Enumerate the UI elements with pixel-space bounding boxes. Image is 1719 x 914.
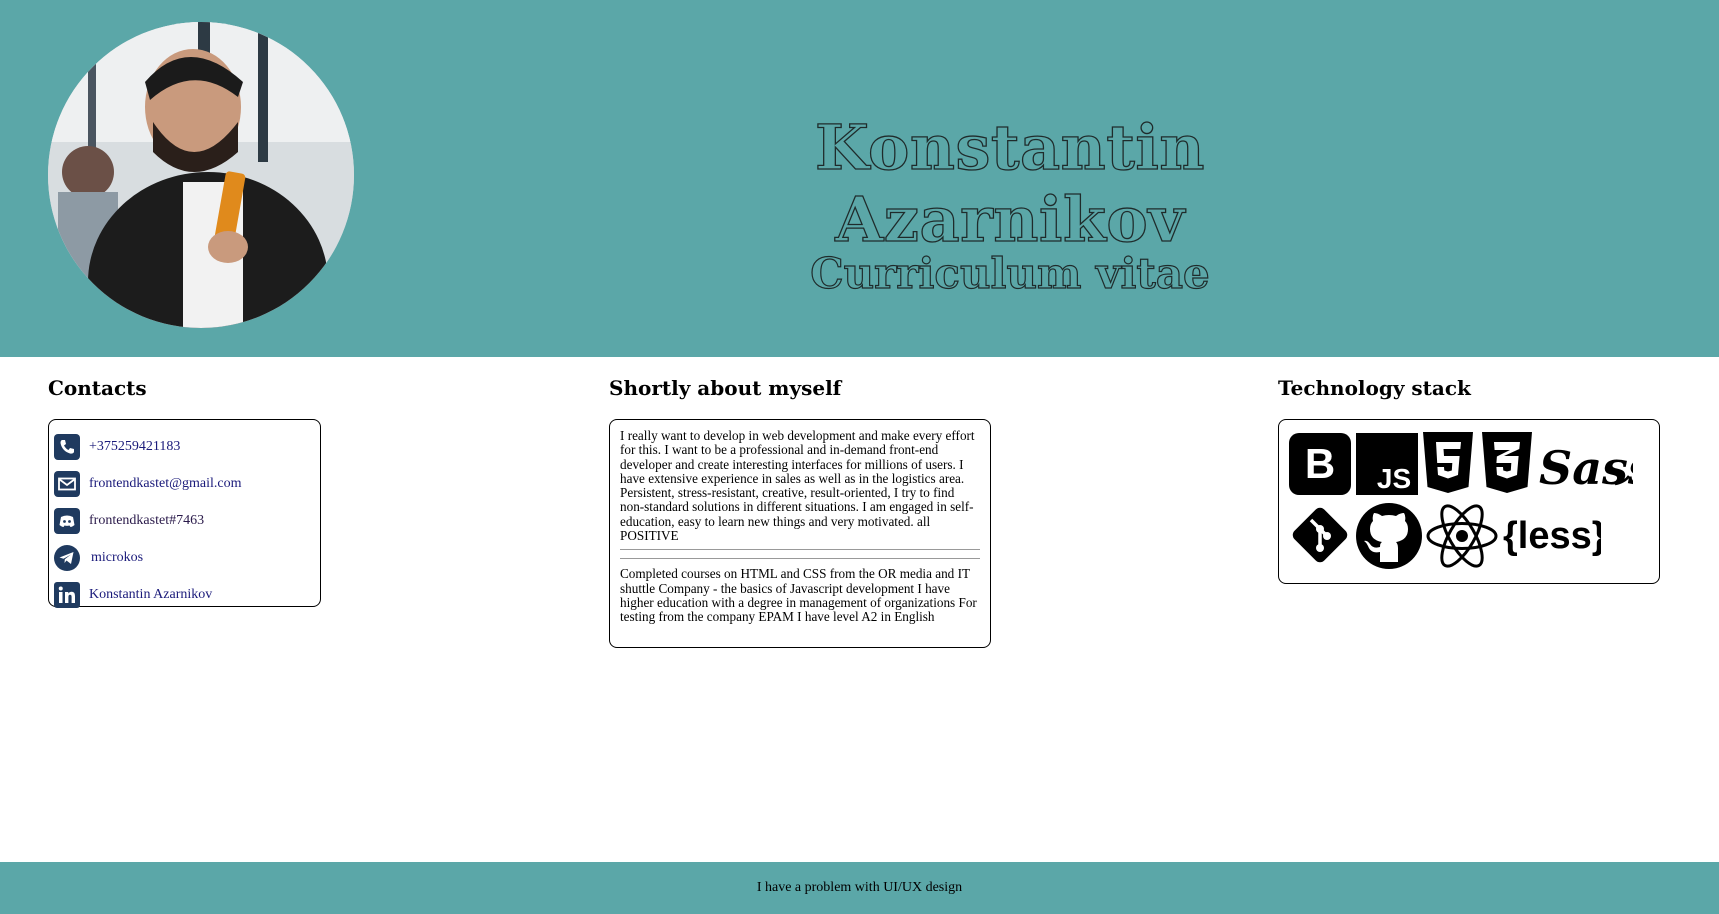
about-heading: Shortly about myself (609, 376, 842, 400)
bootstrap-icon: B (1289, 433, 1351, 500)
contact-telegram-link[interactable]: microkos (91, 550, 143, 566)
footer-text: I have a problem with UI/UX design (756, 880, 963, 895)
envelope-icon (53, 470, 81, 498)
sass-label: Sass (1539, 441, 1633, 494)
git-icon (1287, 502, 1353, 573)
about-paragraph-1: I really want to develop in web developm… (620, 428, 975, 544)
contact-linkedin-link[interactable]: Konstantin Azarnikov (89, 587, 212, 603)
sass-icon: Sass (1537, 432, 1654, 499)
contacts-box: +375259421183 frontendkastet@gmail.com f… (48, 419, 321, 608)
page-subtitle: Curriculum vitae (810, 249, 1211, 298)
react-icon (1425, 503, 1499, 574)
contact-email-link[interactable]: frontendkastet@gmail.com (89, 476, 241, 492)
tech-heading: Technology stack (1278, 376, 1471, 400)
title-block: Konstantin Azarnikov Curriculum vitae (640, 111, 1380, 298)
less-label: {less} (1503, 515, 1601, 557)
divider (620, 549, 980, 551)
css3-icon (1480, 432, 1534, 501)
contact-phone[interactable]: +375259421183 (53, 428, 316, 465)
contact-phone-link[interactable]: +375259421183 (89, 439, 180, 455)
phone-icon (53, 433, 81, 461)
divider (620, 558, 980, 560)
discord-icon (53, 507, 81, 535)
header: Konstantin Azarnikov Curriculum vitae (0, 0, 1719, 357)
about-box: I really want to develop in web developm… (609, 419, 991, 648)
avatar (48, 22, 354, 328)
about-paragraph-2: Completed courses on HTML and CSS from t… (620, 566, 977, 625)
github-icon (1355, 502, 1423, 575)
page-title: Konstantin Azarnikov (814, 111, 1206, 256)
linkedin-icon (53, 581, 81, 609)
contact-email[interactable]: frontendkastet@gmail.com (53, 465, 316, 502)
contact-telegram[interactable]: microkos (53, 539, 316, 576)
less-icon: {less} (1501, 508, 1607, 569)
contact-discord-label[interactable]: frontendkastet#7463 (89, 513, 204, 529)
tech-box: B JS Sass {less} (1278, 419, 1660, 584)
javascript-icon: JS (1356, 433, 1418, 500)
bootstrap-label: B (1305, 440, 1335, 487)
telegram-icon (53, 544, 81, 572)
javascript-label: JS (1377, 463, 1411, 494)
contact-discord[interactable]: frontendkastet#7463 (53, 502, 316, 539)
footer: I have a problem with UI/UX design (0, 862, 1719, 914)
html5-icon (1421, 432, 1475, 501)
contact-linkedin[interactable]: Konstantin Azarnikov (53, 576, 316, 613)
contacts-heading: Contacts (48, 376, 147, 400)
